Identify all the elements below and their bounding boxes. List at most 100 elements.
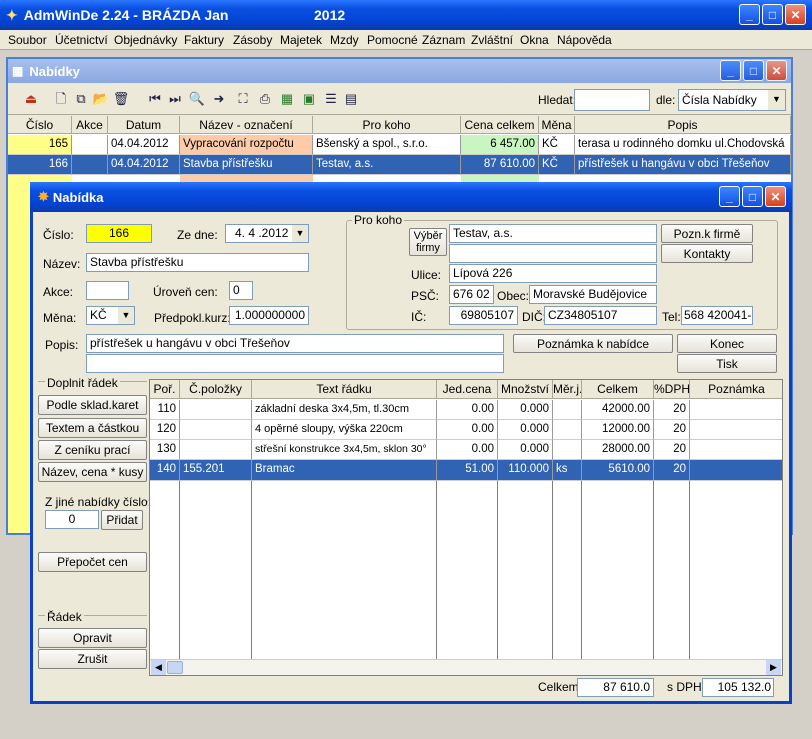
grid-row-celkem[interactable]: 42000.00 <box>582 400 654 420</box>
grid-row-jed-cena[interactable]: 0.00 <box>437 440 498 460</box>
prepocet-cen-button[interactable]: Přepočet cen <box>38 552 147 572</box>
grid-col-text[interactable]: Text řádku <box>252 380 437 399</box>
menu-zaznam[interactable]: Záznam <box>422 33 465 47</box>
list-row-pro-koho[interactable]: Bšenský a spol., s.r.o. <box>313 135 461 155</box>
grid-col-poznamka[interactable]: Poznámka <box>690 380 782 399</box>
grid-row-por[interactable]: 120 <box>150 420 180 440</box>
close-icon[interactable]: ✕ <box>785 4 806 25</box>
list-row-pro-koho[interactable]: Testav, a.s. <box>313 155 461 175</box>
menu-faktury[interactable]: Faktury <box>184 33 224 47</box>
menu-zvlastni[interactable]: Zvláštní <box>471 33 513 47</box>
psc-field[interactable]: 676 02 <box>449 285 494 304</box>
grid-row-por[interactable]: 140 <box>150 460 180 481</box>
grid-row-dph[interactable]: 20 <box>654 460 690 481</box>
z-ceniku-praci-button[interactable]: Z ceníku prací <box>38 440 147 460</box>
grid-row-jed-cena[interactable]: 0.00 <box>437 420 498 440</box>
list-icon[interactable]: ☰ <box>322 90 340 108</box>
grid-row-text[interactable]: 4 opěrné sloupy, výška 220cm <box>252 420 437 440</box>
grid-col-jed-cena[interactable]: Jed.cena <box>437 380 498 399</box>
grid-row-mnozstvi[interactable]: 0.000 <box>498 420 553 440</box>
list-row-cislo[interactable]: 165 <box>8 135 72 155</box>
ze-dne-field[interactable]: 4. 4 .2012 ▼ <box>225 224 309 243</box>
obec-field[interactable]: Moravské Budějovice <box>529 285 657 304</box>
report-icon[interactable]: ▤ <box>342 90 360 108</box>
nazev-field[interactable]: Stavba přístřešku <box>86 253 309 272</box>
grid-row-mnozstvi[interactable]: 110.000 <box>498 460 553 481</box>
grid-row-text[interactable]: střešní konstrukce 3x4,5m, sklon 30° <box>252 440 437 460</box>
list-row-mena[interactable]: KČ <box>539 135 575 155</box>
grid-row-celkem[interactable]: 5610.00 <box>582 460 654 481</box>
scroll-right-icon[interactable]: ▶ <box>766 660 781 675</box>
poznamka-k-nabidce-button[interactable]: Poznámka k nabídce <box>513 334 673 353</box>
nazev-cena-kusy-button[interactable]: Název, cena * kusy <box>38 462 147 482</box>
list-row-cena[interactable]: 87 610.00 <box>461 155 539 175</box>
date-dropdown-icon[interactable]: ▼ <box>292 225 308 242</box>
chevron-down-icon[interactable]: ▼ <box>768 90 785 110</box>
podle-sklad-karet-button[interactable]: Podle sklad.karet <box>38 395 147 415</box>
copy-icon[interactable]: ⧉ <box>72 90 90 108</box>
ulice-field[interactable]: Lípová 226 <box>449 264 657 283</box>
opravit-button[interactable]: Opravit <box>38 628 147 648</box>
menu-objednavky[interactable]: Objednávky <box>114 33 177 47</box>
textem-a-castkou-button[interactable]: Textem a částkou <box>38 418 147 438</box>
mena-dropdown-icon[interactable]: ▼ <box>118 307 134 324</box>
list-col-popis[interactable]: Popis <box>575 116 791 134</box>
grid-row-mer-j[interactable] <box>553 400 582 420</box>
minimize-icon[interactable]: _ <box>739 4 760 25</box>
pozn-k-firme-button[interactable]: Pozn.k firmě <box>661 224 753 243</box>
grid-col-celkem[interactable]: Celkem <box>582 380 654 399</box>
list-col-mena[interactable]: Měna <box>539 116 575 134</box>
grid-row-por[interactable]: 110 <box>150 400 180 420</box>
new-doc-icon[interactable]: 🗋 <box>52 90 70 108</box>
list-close-icon[interactable]: ✕ <box>766 60 787 81</box>
list-row-akce[interactable] <box>72 155 108 175</box>
grid-row-celkem[interactable]: 12000.00 <box>582 420 654 440</box>
list-col-datum[interactable]: Datum <box>108 116 180 134</box>
last-record-icon[interactable]: ⏭ <box>166 90 184 108</box>
akce-field[interactable] <box>86 281 129 300</box>
grid-row-poznamka[interactable] <box>690 460 782 481</box>
search-icon[interactable]: 🔍 <box>188 90 206 108</box>
list-row-cena[interactable]: 6 457.00 <box>461 135 539 155</box>
grid-row-polozka[interactable]: 155.201 <box>180 460 252 481</box>
first-record-icon[interactable]: ⏮ <box>146 90 164 108</box>
grid-col-por[interactable]: Poř. <box>150 380 180 399</box>
grid-row-polozka[interactable] <box>180 400 252 420</box>
grid-row-mer-j[interactable] <box>553 440 582 460</box>
menu-mzdy[interactable]: Mzdy <box>330 33 359 47</box>
grid-row-por[interactable]: 130 <box>150 440 180 460</box>
horizontal-scrollbar[interactable]: ◀ ▶ <box>150 659 782 675</box>
grid-col-mer-j[interactable]: Měr.j. <box>553 380 582 399</box>
list-col-cena[interactable]: Cena celkem <box>461 116 539 134</box>
list-row-nazev[interactable]: Stavba přístřešku <box>180 155 313 175</box>
maximize-icon[interactable]: □ <box>762 4 783 25</box>
kontakty-button[interactable]: Kontakty <box>661 244 753 263</box>
konec-button[interactable]: Konec <box>677 334 777 353</box>
grid-col-polozka[interactable]: Č.položky <box>180 380 252 399</box>
export-icon[interactable]: ▣ <box>300 90 318 108</box>
popis2-field[interactable] <box>86 354 504 373</box>
cislo-field[interactable]: 166 <box>86 224 152 243</box>
list-row-nazev[interactable]: Vypracování rozpočtu <box>180 135 313 155</box>
list-col-pro-koho[interactable]: Pro koho <box>313 116 461 134</box>
scroll-left-icon[interactable]: ◀ <box>151 660 166 675</box>
grid-row-poznamka[interactable] <box>690 400 782 420</box>
kurz-field[interactable]: 1.000000000 <box>229 306 309 325</box>
select-icon[interactable]: ⛶ <box>234 90 252 108</box>
dialog-close-icon[interactable]: ✕ <box>765 186 786 207</box>
grid-row-mer-j[interactable]: ks <box>553 460 582 481</box>
menu-ucetnictvi[interactable]: Účetnictví <box>55 33 108 47</box>
grid-col-dph[interactable]: %DPH <box>654 380 690 399</box>
goto-icon[interactable]: ➜ <box>210 90 228 108</box>
ic-field[interactable]: 69805107 <box>449 306 518 325</box>
grid-row-poznamka[interactable] <box>690 440 782 460</box>
list-row-datum[interactable]: 04.04.2012 <box>108 135 180 155</box>
open-folder-icon[interactable]: 📂 <box>92 90 110 108</box>
grid-row-mnozstvi[interactable]: 0.000 <box>498 440 553 460</box>
list-row-datum[interactable]: 04.04.2012 <box>108 155 180 175</box>
grid-row-poznamka[interactable] <box>690 420 782 440</box>
grid-row-mer-j[interactable] <box>553 420 582 440</box>
pridat-button[interactable]: Přidat <box>101 510 143 530</box>
z-jine-nabidky-field[interactable]: 0 <box>45 510 99 529</box>
menu-okna[interactable]: Okna <box>520 33 549 47</box>
